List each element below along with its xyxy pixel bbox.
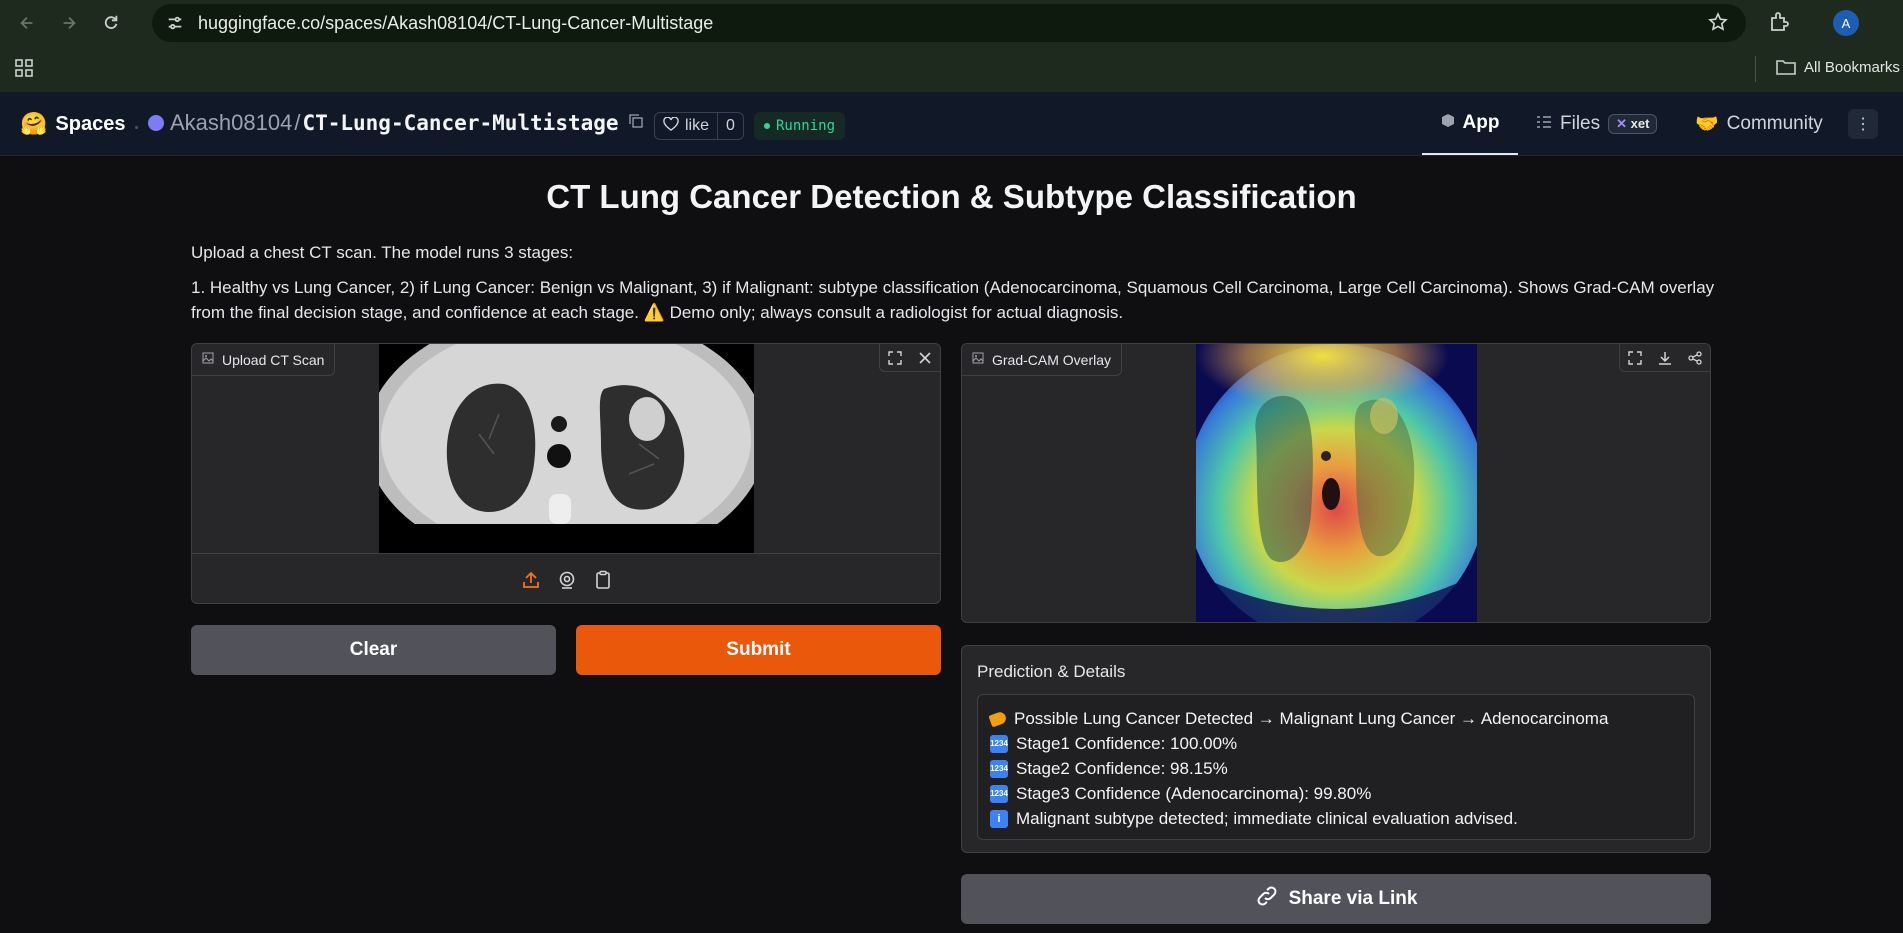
prediction-line: 1234 Stage3 Confidence (Adenocarcinoma):…	[990, 781, 1682, 806]
description-intro: Upload a chest CT scan. The model runs 3…	[191, 243, 574, 262]
xet-badge: ✕ xet	[1608, 113, 1658, 134]
numbers-icon: 1234	[990, 734, 1008, 753]
prediction-line: 1234 Stage2 Confidence: 98.15%	[990, 756, 1682, 781]
upload-icon[interactable]	[520, 569, 542, 591]
xet-icon: ✕	[1616, 115, 1631, 131]
prediction-line: i Malignant subtype detected; immediate …	[990, 806, 1682, 831]
hf-header: 🤗 Spaces Akash08104 / CT-Lung-Cancer-Mul…	[0, 92, 1903, 156]
tab-app-label: App	[1462, 111, 1500, 133]
cube-icon	[1441, 112, 1455, 134]
close-icon[interactable]	[910, 344, 940, 372]
webcam-icon[interactable]	[556, 569, 578, 591]
apps-grid-icon[interactable]	[14, 58, 34, 83]
upload-tools	[879, 344, 940, 372]
prediction-panel: Prediction & Details Possible Lung Cance…	[961, 645, 1711, 853]
app-main: CT Lung Cancer Detection & Subtype Class…	[0, 156, 1903, 933]
image-icon	[202, 352, 214, 367]
numbers-icon: 1234	[990, 759, 1008, 778]
forward-icon[interactable]	[52, 6, 86, 40]
more-options-icon[interactable]: ⋮	[1848, 109, 1878, 139]
prediction-line: Possible Lung Cancer Detected → Malignan…	[988, 706, 1682, 731]
fullscreen-icon[interactable]	[880, 344, 910, 372]
files-icon	[1536, 113, 1552, 135]
tab-files-label: Files	[1560, 112, 1601, 134]
prediction-text: Possible Lung Cancer Detected → Malignan…	[1014, 708, 1609, 728]
repo-name-link[interactable]: CT-Lung-Cancer-Multistage	[302, 111, 618, 135]
hugging-face-logo-icon: 🤗	[20, 111, 48, 136]
site-info-icon[interactable]	[162, 10, 188, 36]
upload-panel-label: Upload CT Scan	[192, 344, 336, 376]
copy-icon[interactable]	[628, 114, 643, 132]
prediction-label: Prediction & Details	[977, 662, 1126, 681]
stage3-confidence: Stage3 Confidence (Adenocarcinoma): 99.8…	[1016, 783, 1372, 803]
url-text[interactable]: huggingface.co/spaces/Akash08104/CT-Lung…	[198, 13, 713, 34]
share-via-link-button[interactable]: Share via Link	[961, 874, 1711, 924]
clear-button[interactable]: Clear	[191, 625, 556, 675]
status-dot-icon	[764, 123, 770, 129]
back-icon[interactable]	[10, 6, 44, 40]
stage1-confidence: Stage1 Confidence: 100.00%	[1016, 733, 1238, 753]
owner-link[interactable]: Akash08104	[170, 110, 292, 136]
gradcam-label-text: Grad-CAM Overlay	[992, 351, 1112, 368]
numbers-icon: 1234	[990, 784, 1008, 803]
profile-avatar[interactable]: A	[1833, 10, 1859, 36]
ct-scan-image	[379, 344, 754, 553]
tab-files[interactable]: Files ✕ xet	[1536, 92, 1658, 155]
label-tag-icon	[988, 710, 1008, 727]
clinical-advice: Malignant subtype detected; immediate cl…	[1016, 808, 1518, 828]
share-label: Share via Link	[1288, 888, 1418, 909]
browser-toolbar: huggingface.co/spaces/Akash08104/CT-Lung…	[0, 0, 1903, 46]
like-label: like	[685, 117, 710, 134]
image-icon	[972, 352, 984, 367]
like-button[interactable]: like 0	[654, 112, 744, 140]
page-title: CT Lung Cancer Detection & Subtype Class…	[546, 178, 1357, 215]
community-emoji-icon: 🤝	[1695, 113, 1719, 135]
all-bookmarks-label: All Bookmarks	[1804, 58, 1900, 76]
status-text: Running	[776, 118, 836, 134]
spaces-link[interactable]: 🤗 Spaces	[20, 111, 125, 137]
clipboard-icon[interactable]	[592, 569, 614, 591]
reload-icon[interactable]	[94, 6, 128, 40]
header-divider	[135, 126, 138, 129]
tab-app[interactable]: App	[1422, 92, 1518, 155]
extensions-icon[interactable]	[1768, 10, 1792, 39]
upload-label-text: Upload CT Scan	[222, 351, 325, 368]
gradcam-panel-label: Grad-CAM Overlay	[962, 344, 1123, 376]
description-details: 1. Healthy vs Lung Cancer, 2) if Lung Ca…	[191, 278, 1715, 322]
source-selector	[192, 553, 940, 603]
spaces-label: Spaces	[55, 112, 126, 135]
prediction-line: 1234 Stage1 Confidence: 100.00%	[990, 731, 1682, 756]
download-icon[interactable]	[1650, 344, 1680, 372]
fullscreen-icon[interactable]	[1620, 344, 1650, 372]
folder-icon	[1776, 60, 1796, 75]
prediction-output: Possible Lung Cancer Detected → Malignan…	[977, 694, 1695, 840]
status-badge: Running	[754, 112, 846, 140]
info-icon: i	[990, 809, 1008, 828]
heart-icon	[663, 116, 679, 136]
gradcam-tools	[1619, 344, 1710, 372]
submit-button[interactable]: Submit	[576, 625, 941, 675]
upload-ct-panel[interactable]: Upload CT Scan	[191, 343, 941, 604]
xet-label: xet	[1630, 115, 1650, 131]
repo-breadcrumb: Akash08104 / CT-Lung-Cancer-Multistage	[148, 110, 643, 136]
owner-avatar	[148, 115, 164, 131]
bookmarks-divider	[1755, 56, 1756, 82]
gradcam-overlay-image	[1196, 344, 1477, 622]
bookmark-star-icon[interactable]	[1708, 12, 1728, 37]
tab-community-label: Community	[1726, 112, 1823, 134]
gradcam-panel: Grad-CAM Overlay	[961, 343, 1711, 623]
tab-community[interactable]: 🤝 Community	[1695, 92, 1823, 155]
bookmarks-bar: All Bookmarks	[0, 46, 1903, 92]
address-bar[interactable]: huggingface.co/spaces/Akash08104/CT-Lung…	[152, 4, 1746, 42]
breadcrumb-slash: /	[294, 110, 301, 135]
share-icon[interactable]	[1680, 344, 1710, 372]
stage2-confidence: Stage2 Confidence: 98.15%	[1016, 758, 1228, 778]
link-icon	[1255, 884, 1279, 914]
like-count: 0	[717, 113, 743, 139]
all-bookmarks-folder[interactable]: All Bookmarks	[1776, 58, 1900, 76]
